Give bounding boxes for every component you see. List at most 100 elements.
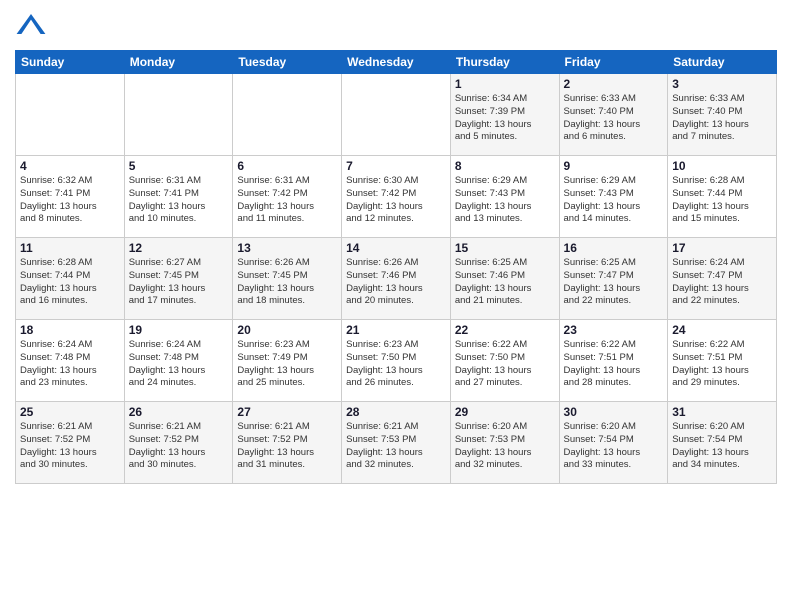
calendar-cell: 19 Sunrise: 6:24 AM Sunset: 7:48 PM Dayli… (124, 320, 233, 402)
calendar-cell: 3 Sunrise: 6:33 AM Sunset: 7:40 PM Daylig… (668, 74, 777, 156)
calendar-cell (233, 74, 342, 156)
calendar-cell: 15 Sunrise: 6:25 AM Sunset: 7:46 PM Dayli… (450, 238, 559, 320)
day-info: Sunrise: 6:22 AM Sunset: 7:51 PM Dayligh… (564, 339, 664, 390)
calendar-cell: 27 Sunrise: 6:21 AM Sunset: 7:52 PM Dayli… (233, 402, 342, 484)
calendar: SundayMondayTuesdayWednesdayThursdayFrid… (15, 50, 777, 484)
day-number: 15 (455, 241, 555, 255)
day-info: Sunrise: 6:34 AM Sunset: 7:39 PM Dayligh… (455, 93, 555, 144)
calendar-cell: 9Sunrise: 6:29 AM Sunset: 7:43 PM Daylig… (559, 156, 668, 238)
calendar-cell: 24 Sunrise: 6:22 AM Sunset: 7:51 PM Dayli… (668, 320, 777, 402)
calendar-cell: 11Sunrise: 6:28 AM Sunset: 7:44 PM Dayli… (16, 238, 125, 320)
day-info: Sunrise: 6:23 AM Sunset: 7:50 PM Dayligh… (346, 339, 446, 390)
day-info: Sunrise: 6:22 AM Sunset: 7:51 PM Dayligh… (672, 339, 772, 390)
calendar-cell: 17 Sunrise: 6:24 AM Sunset: 7:47 PM Dayli… (668, 238, 777, 320)
day-number: 20 (237, 323, 337, 337)
day-info: Sunrise: 6:21 AM Sunset: 7:52 PM Dayligh… (20, 421, 120, 472)
day-info: Sunrise: 6:21 AM Sunset: 7:52 PM Dayligh… (129, 421, 229, 472)
day-info: Sunrise: 6:21 AM Sunset: 7:53 PM Dayligh… (346, 421, 446, 472)
calendar-cell (16, 74, 125, 156)
calendar-cell: 30 Sunrise: 6:20 AM Sunset: 7:54 PM Dayli… (559, 402, 668, 484)
day-info: Sunrise: 6:27 AM Sunset: 7:45 PM Dayligh… (129, 257, 229, 308)
calendar-cell: 20Sunrise: 6:23 AM Sunset: 7:49 PM Dayli… (233, 320, 342, 402)
day-info: Sunrise: 6:20 AM Sunset: 7:54 PM Dayligh… (672, 421, 772, 472)
calendar-cell: 25 Sunrise: 6:21 AM Sunset: 7:52 PM Dayli… (16, 402, 125, 484)
weekday-header: Friday (559, 51, 668, 74)
day-number: 13 (237, 241, 337, 255)
day-number: 10 (672, 159, 772, 173)
calendar-week: 11Sunrise: 6:28 AM Sunset: 7:44 PM Dayli… (16, 238, 777, 320)
logo-icon (15, 10, 47, 42)
calendar-cell: 13Sunrise: 6:26 AM Sunset: 7:45 PM Dayli… (233, 238, 342, 320)
calendar-header: SundayMondayTuesdayWednesdayThursdayFrid… (16, 51, 777, 74)
day-number: 23 (564, 323, 664, 337)
day-number: 3 (672, 77, 772, 91)
calendar-cell: 2 Sunrise: 6:33 AM Sunset: 7:40 PM Daylig… (559, 74, 668, 156)
calendar-cell: 26 Sunrise: 6:21 AM Sunset: 7:52 PM Dayli… (124, 402, 233, 484)
day-number: 1 (455, 77, 555, 91)
day-number: 18 (20, 323, 120, 337)
day-number: 26 (129, 405, 229, 419)
day-info: Sunrise: 6:29 AM Sunset: 7:43 PM Dayligh… (564, 175, 664, 226)
day-info: Sunrise: 6:20 AM Sunset: 7:53 PM Dayligh… (455, 421, 555, 472)
day-info: Sunrise: 6:24 AM Sunset: 7:47 PM Dayligh… (672, 257, 772, 308)
weekday-row: SundayMondayTuesdayWednesdayThursdayFrid… (16, 51, 777, 74)
calendar-cell: 1 Sunrise: 6:34 AM Sunset: 7:39 PM Daylig… (450, 74, 559, 156)
day-number: 17 (672, 241, 772, 255)
day-info: Sunrise: 6:26 AM Sunset: 7:46 PM Dayligh… (346, 257, 446, 308)
weekday-header: Thursday (450, 51, 559, 74)
header (15, 10, 777, 42)
day-number: 29 (455, 405, 555, 419)
calendar-cell: 5Sunrise: 6:31 AM Sunset: 7:41 PM Daylig… (124, 156, 233, 238)
weekday-header: Sunday (16, 51, 125, 74)
calendar-cell: 12 Sunrise: 6:27 AM Sunset: 7:45 PM Dayli… (124, 238, 233, 320)
calendar-cell: 16Sunrise: 6:25 AM Sunset: 7:47 PM Dayli… (559, 238, 668, 320)
day-info: Sunrise: 6:32 AM Sunset: 7:41 PM Dayligh… (20, 175, 120, 226)
day-number: 2 (564, 77, 664, 91)
day-info: Sunrise: 6:33 AM Sunset: 7:40 PM Dayligh… (564, 93, 664, 144)
day-number: 8 (455, 159, 555, 173)
day-info: Sunrise: 6:24 AM Sunset: 7:48 PM Dayligh… (20, 339, 120, 390)
calendar-cell: 21 Sunrise: 6:23 AM Sunset: 7:50 PM Dayli… (342, 320, 451, 402)
weekday-header: Monday (124, 51, 233, 74)
calendar-cell: 28 Sunrise: 6:21 AM Sunset: 7:53 PM Dayli… (342, 402, 451, 484)
calendar-cell: 29 Sunrise: 6:20 AM Sunset: 7:53 PM Dayli… (450, 402, 559, 484)
calendar-cell: 6 Sunrise: 6:31 AM Sunset: 7:42 PM Daylig… (233, 156, 342, 238)
day-info: Sunrise: 6:24 AM Sunset: 7:48 PM Dayligh… (129, 339, 229, 390)
day-info: Sunrise: 6:20 AM Sunset: 7:54 PM Dayligh… (564, 421, 664, 472)
day-number: 7 (346, 159, 446, 173)
day-number: 19 (129, 323, 229, 337)
day-info: Sunrise: 6:25 AM Sunset: 7:47 PM Dayligh… (564, 257, 664, 308)
day-info: Sunrise: 6:31 AM Sunset: 7:41 PM Dayligh… (129, 175, 229, 226)
day-number: 12 (129, 241, 229, 255)
calendar-cell: 23 Sunrise: 6:22 AM Sunset: 7:51 PM Dayli… (559, 320, 668, 402)
day-number: 4 (20, 159, 120, 173)
day-number: 28 (346, 405, 446, 419)
calendar-cell: 7Sunrise: 6:30 AM Sunset: 7:42 PM Daylig… (342, 156, 451, 238)
day-number: 24 (672, 323, 772, 337)
day-number: 6 (237, 159, 337, 173)
calendar-cell: 10 Sunrise: 6:28 AM Sunset: 7:44 PM Dayli… (668, 156, 777, 238)
day-number: 31 (672, 405, 772, 419)
calendar-cell: 4 Sunrise: 6:32 AM Sunset: 7:41 PM Daylig… (16, 156, 125, 238)
calendar-cell: 18 Sunrise: 6:24 AM Sunset: 7:48 PM Dayli… (16, 320, 125, 402)
day-info: Sunrise: 6:28 AM Sunset: 7:44 PM Dayligh… (672, 175, 772, 226)
day-info: Sunrise: 6:33 AM Sunset: 7:40 PM Dayligh… (672, 93, 772, 144)
day-info: Sunrise: 6:21 AM Sunset: 7:52 PM Dayligh… (237, 421, 337, 472)
weekday-header: Wednesday (342, 51, 451, 74)
calendar-body: 1 Sunrise: 6:34 AM Sunset: 7:39 PM Daylig… (16, 74, 777, 484)
day-number: 21 (346, 323, 446, 337)
calendar-week: 4 Sunrise: 6:32 AM Sunset: 7:41 PM Daylig… (16, 156, 777, 238)
calendar-week: 18 Sunrise: 6:24 AM Sunset: 7:48 PM Dayli… (16, 320, 777, 402)
day-info: Sunrise: 6:29 AM Sunset: 7:43 PM Dayligh… (455, 175, 555, 226)
calendar-week: 1 Sunrise: 6:34 AM Sunset: 7:39 PM Daylig… (16, 74, 777, 156)
day-number: 25 (20, 405, 120, 419)
day-number: 30 (564, 405, 664, 419)
calendar-cell (124, 74, 233, 156)
day-info: Sunrise: 6:31 AM Sunset: 7:42 PM Dayligh… (237, 175, 337, 226)
day-number: 11 (20, 241, 120, 255)
calendar-cell (342, 74, 451, 156)
day-number: 27 (237, 405, 337, 419)
day-info: Sunrise: 6:25 AM Sunset: 7:46 PM Dayligh… (455, 257, 555, 308)
day-number: 14 (346, 241, 446, 255)
logo (15, 10, 51, 42)
